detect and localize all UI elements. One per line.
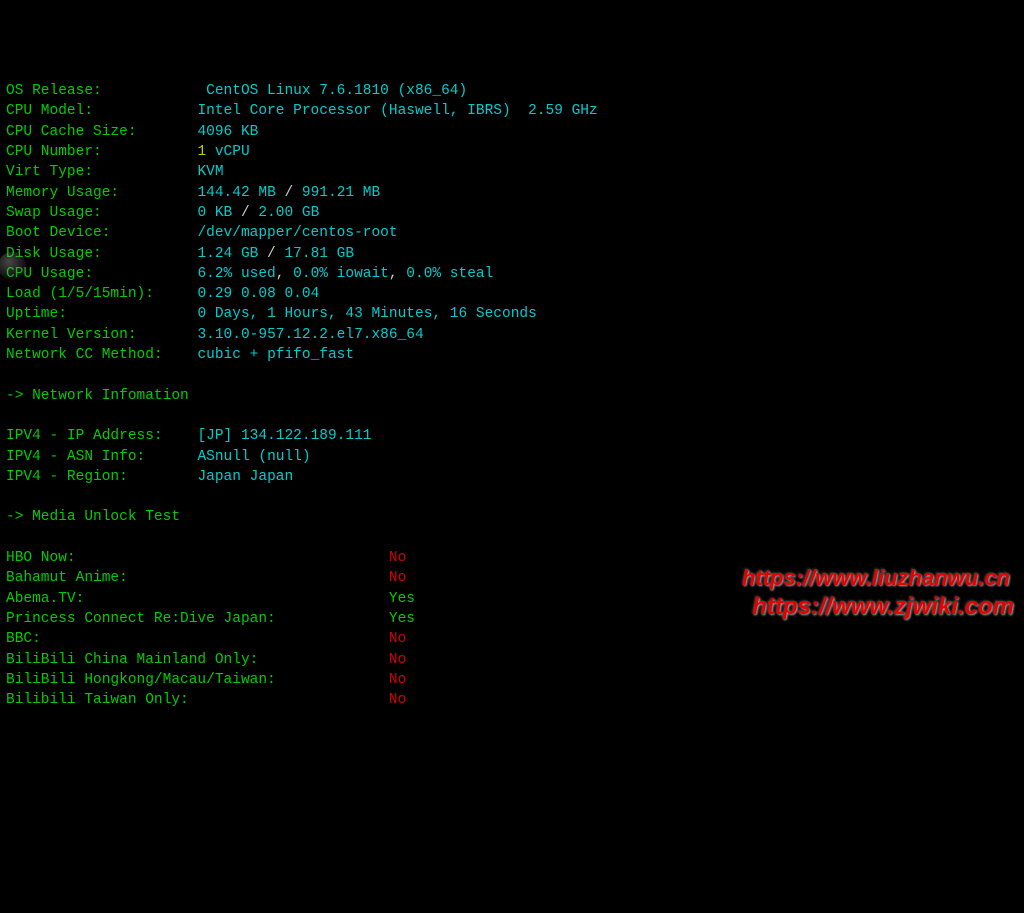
- media-row: Princess Connect Re:Dive Japan: Yes: [6, 609, 1018, 629]
- sys-label: Swap Usage:: [6, 205, 102, 221]
- sys-value: 0.0% steal: [406, 266, 493, 282]
- sys-value: 991.21 MB: [302, 185, 380, 201]
- sys-row: Disk Usage: 1.24 GB / 17.81 GB: [6, 244, 1018, 264]
- sys-label: CPU Cache Size:: [6, 124, 137, 140]
- sys-label: Network CC Method:: [6, 347, 163, 363]
- media-value: No: [389, 570, 406, 586]
- media-row: BBC: No: [6, 629, 1018, 649]
- sys-value: 144.42 MB: [197, 185, 275, 201]
- sys-value: 2.00 GB: [258, 205, 319, 221]
- sys-row: OS Release: CentOS Linux 7.6.1810 (x86_6…: [6, 81, 1018, 101]
- sys-value: CentOS Linux 7.6.1810 (x86_64): [206, 83, 467, 99]
- sys-row: CPU Number: 1 vCPU: [6, 142, 1018, 162]
- net-value: ASnull (null): [197, 449, 310, 465]
- blank-line: [6, 528, 1018, 548]
- blank-line: [6, 365, 1018, 385]
- sys-value: 0.29 0.08 0.04: [197, 286, 319, 302]
- sys-label: Uptime:: [6, 306, 67, 322]
- sys-value: 1: [197, 144, 206, 160]
- sys-label: CPU Model:: [6, 103, 93, 119]
- media-label: BiliBili Hongkong/Macau/Taiwan:: [6, 672, 276, 688]
- sys-row: Virt Type: KVM: [6, 162, 1018, 182]
- sys-row: CPU Model: Intel Core Processor (Haswell…: [6, 101, 1018, 121]
- net-row: IPV4 - ASN Info: ASnull (null): [6, 447, 1018, 467]
- sys-row: Boot Device: /dev/mapper/centos-root: [6, 223, 1018, 243]
- sys-row: CPU Usage: 6.2% used, 0.0% iowait, 0.0% …: [6, 264, 1018, 284]
- media-value: No: [389, 692, 406, 708]
- media-label: Abema.TV:: [6, 591, 84, 607]
- sys-label: OS Release:: [6, 83, 102, 99]
- blank-line: [6, 406, 1018, 426]
- media-value: Yes: [389, 591, 415, 607]
- media-label: BiliBili China Mainland Only:: [6, 652, 258, 668]
- sys-row: Load (1/5/15min): 0.29 0.08 0.04: [6, 284, 1018, 304]
- terminal-output: OS Release: CentOS Linux 7.6.1810 (x86_6…: [0, 81, 1024, 710]
- sys-value: ,: [389, 266, 406, 282]
- sys-row: Network CC Method: cubic + pfifo_fast: [6, 345, 1018, 365]
- sys-row: Memory Usage: 144.42 MB / 991.21 MB: [6, 183, 1018, 203]
- sys-value: 4096 KB: [197, 124, 258, 140]
- sys-value: KVM: [197, 164, 223, 180]
- sys-value: vCPU: [206, 144, 250, 160]
- net-label: IPV4 - Region:: [6, 469, 128, 485]
- sys-label: Load (1/5/15min):: [6, 286, 154, 302]
- media-row: BiliBili China Mainland Only: No: [6, 650, 1018, 670]
- media-row: HBO Now: No: [6, 548, 1018, 568]
- sys-value: /dev/mapper/centos-root: [197, 225, 397, 241]
- net-label: IPV4 - ASN Info:: [6, 449, 145, 465]
- media-label: BBC:: [6, 631, 41, 647]
- sys-label: Virt Type:: [6, 164, 93, 180]
- net-row: IPV4 - Region: Japan Japan: [6, 467, 1018, 487]
- media-row: Bilibili Taiwan Only: No: [6, 690, 1018, 710]
- sys-label: Boot Device:: [6, 225, 110, 241]
- media-value: No: [389, 550, 406, 566]
- sys-value: ,: [276, 266, 293, 282]
- sys-value: cubic + pfifo_fast: [197, 347, 354, 363]
- sys-value: Intel Core Processor (Haswell, IBRS) 2.5…: [197, 103, 597, 119]
- media-row: Bahamut Anime: No: [6, 568, 1018, 588]
- sys-row: Uptime: 0 Days, 1 Hours, 43 Minutes, 16 …: [6, 304, 1018, 324]
- sys-value: /: [276, 185, 302, 201]
- sys-value: /: [258, 246, 284, 262]
- media-value: No: [389, 652, 406, 668]
- media-value: No: [389, 672, 406, 688]
- media-label: Bilibili Taiwan Only:: [6, 692, 189, 708]
- sys-value: 0 Days, 1 Hours, 43 Minutes, 16 Seconds: [197, 306, 536, 322]
- media-label: Princess Connect Re:Dive Japan:: [6, 611, 276, 627]
- sys-value: 0 KB: [197, 205, 232, 221]
- sys-value: /: [232, 205, 258, 221]
- sys-label: CPU Number:: [6, 144, 102, 160]
- net-label: IPV4 - IP Address:: [6, 428, 163, 444]
- sys-row: Kernel Version: 3.10.0-957.12.2.el7.x86_…: [6, 325, 1018, 345]
- sys-row: Swap Usage: 0 KB / 2.00 GB: [6, 203, 1018, 223]
- sys-value: 0.0% iowait: [293, 266, 389, 282]
- net-value: Japan Japan: [197, 469, 293, 485]
- sys-label: Memory Usage:: [6, 185, 119, 201]
- media-label: HBO Now:: [6, 550, 76, 566]
- media-value: Yes: [389, 611, 415, 627]
- sys-row: CPU Cache Size: 4096 KB: [6, 122, 1018, 142]
- sys-value: 3.10.0-957.12.2.el7.x86_64: [197, 327, 423, 343]
- section-header-media: -> Media Unlock Test: [6, 509, 180, 525]
- sys-value: 6.2% used: [197, 266, 275, 282]
- sys-label: Kernel Version:: [6, 327, 137, 343]
- media-label: Bahamut Anime:: [6, 570, 128, 586]
- section-header-network: -> Network Infomation: [6, 388, 189, 404]
- media-row: BiliBili Hongkong/Macau/Taiwan: No: [6, 670, 1018, 690]
- media-row: Abema.TV: Yes: [6, 589, 1018, 609]
- net-row: IPV4 - IP Address: [JP] 134.122.189.111: [6, 426, 1018, 446]
- net-value: [JP] 134.122.189.111: [197, 428, 371, 444]
- blank-line: [6, 487, 1018, 507]
- sys-value: 1.24 GB: [197, 246, 258, 262]
- sys-value: 17.81 GB: [284, 246, 354, 262]
- media-value: No: [389, 631, 406, 647]
